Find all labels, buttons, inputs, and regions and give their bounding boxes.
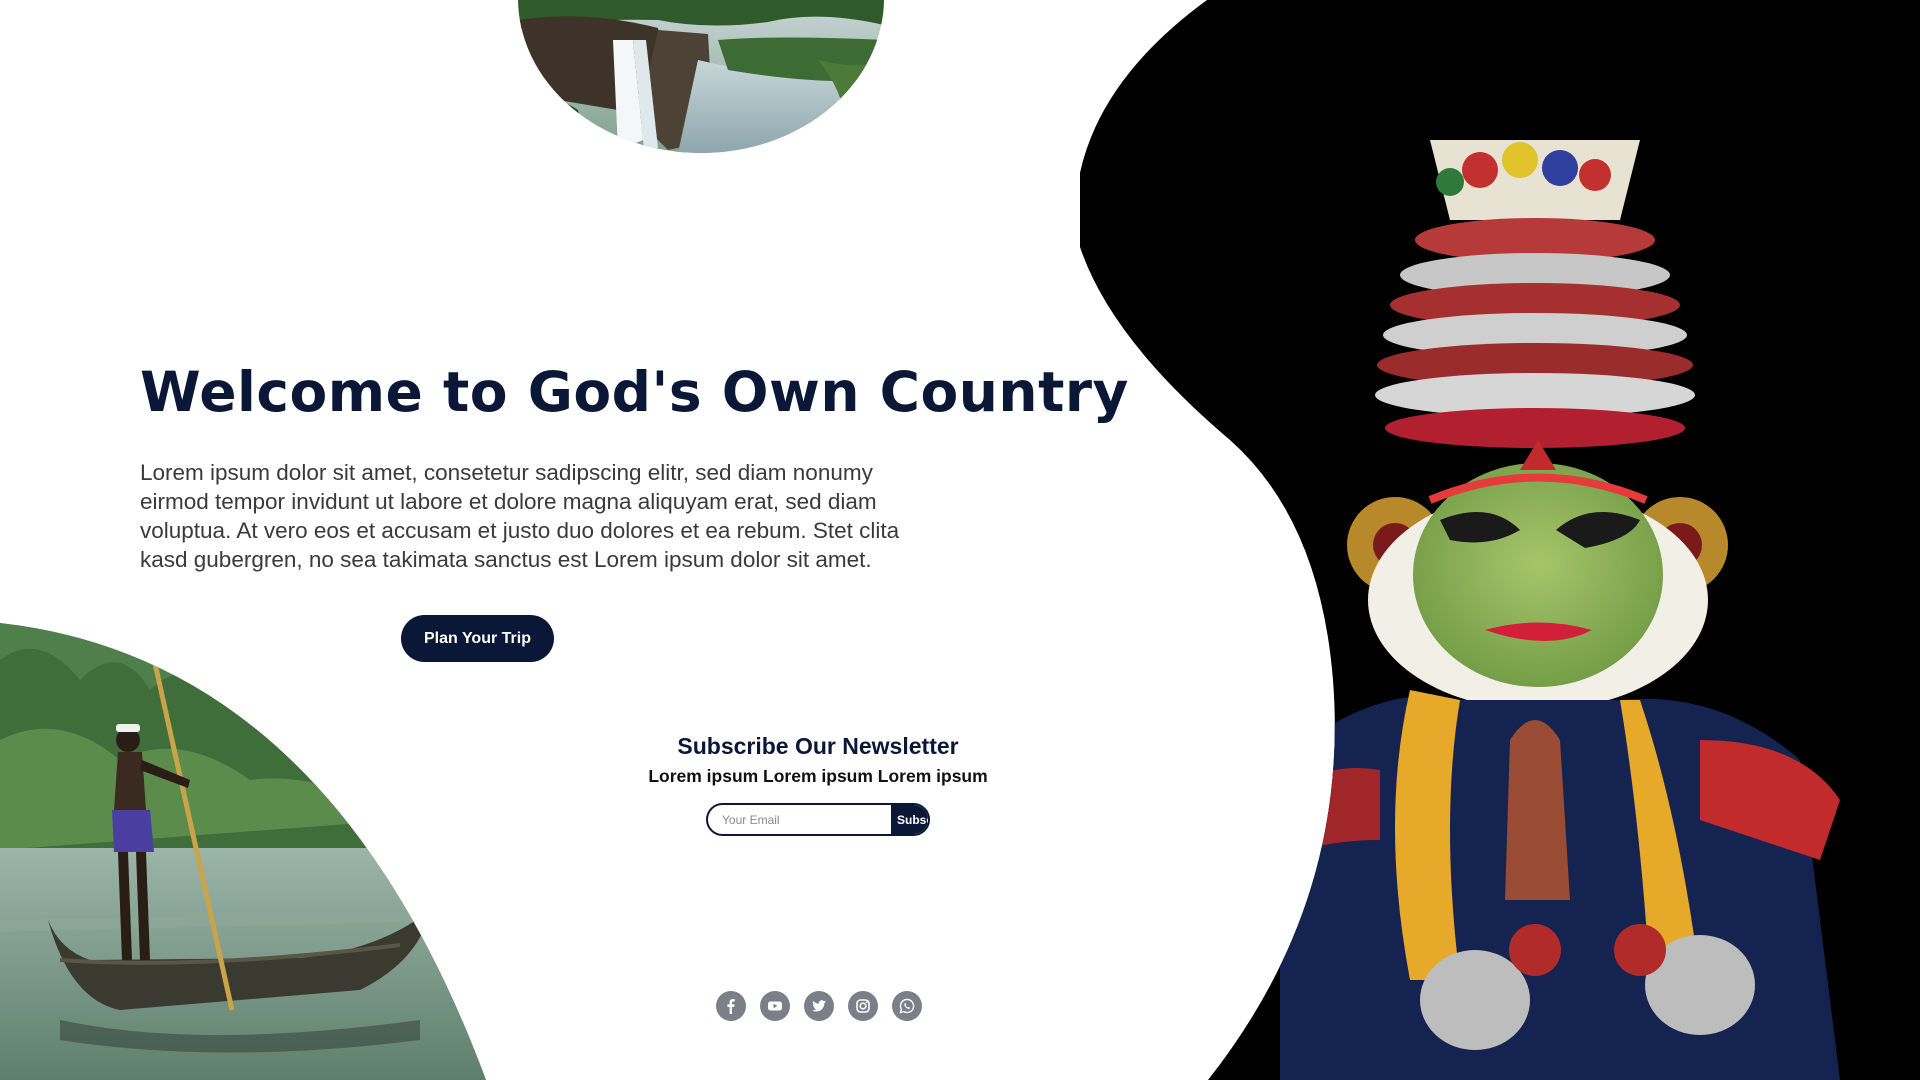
whatsapp-link[interactable] bbox=[892, 991, 922, 1021]
newsletter-subtitle: Lorem ipsum Lorem ipsum Lorem ipsum bbox=[648, 766, 988, 786]
kathakali-hero-image bbox=[1080, 0, 1920, 1080]
facebook-icon bbox=[727, 999, 735, 1014]
facebook-link[interactable] bbox=[716, 991, 746, 1021]
youtube-link[interactable] bbox=[760, 991, 790, 1021]
email-input[interactable] bbox=[708, 805, 891, 834]
whatsapp-icon bbox=[899, 998, 915, 1014]
plan-your-trip-button[interactable]: Plan Your Trip bbox=[401, 615, 554, 662]
newsletter-section: Subscribe Our Newsletter Lorem ipsum Lor… bbox=[618, 733, 1018, 836]
twitter-icon bbox=[812, 1000, 826, 1012]
subscribe-button[interactable]: Subscribe bbox=[891, 805, 928, 834]
intro-paragraph: Lorem ipsum dolor sit amet, consetetur s… bbox=[140, 460, 900, 572]
youtube-icon bbox=[768, 1001, 782, 1011]
instagram-link[interactable] bbox=[848, 991, 878, 1021]
waterfall-image bbox=[518, 0, 884, 153]
instagram-icon bbox=[856, 999, 870, 1013]
backwater-boat-image bbox=[0, 623, 486, 1080]
twitter-link[interactable] bbox=[804, 991, 834, 1021]
newsletter-form: Subscribe bbox=[706, 803, 930, 836]
newsletter-title: Subscribe Our Newsletter bbox=[677, 733, 959, 759]
social-links bbox=[716, 991, 922, 1021]
page-title: Welcome to God's Own Country bbox=[140, 360, 1129, 424]
